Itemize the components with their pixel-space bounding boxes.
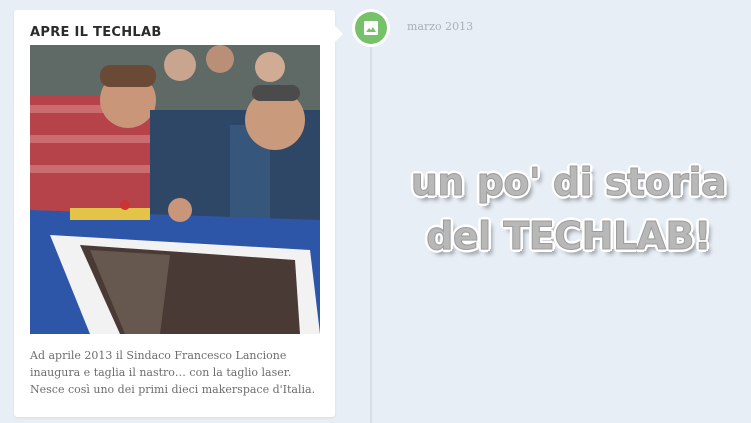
headline: un po' di storia del TECHLAB! [386,155,751,263]
timeline-date: marzo 2013 [407,20,474,33]
timeline-marker[interactable] [352,9,390,47]
headline-line-1: un po' di storia [410,160,727,205]
headline-line-2: del TECHLAB! [426,214,712,259]
timeline-line [370,40,372,423]
timeline-card: APRE IL TECHLAB Ad aprile 2013 il Sindac… [14,10,343,417]
image-icon [355,12,387,44]
photo-illustration [30,45,320,334]
event-photo[interactable] [30,45,320,334]
card-title: APRE IL TECHLAB [30,25,162,40]
card-description: Ad aprile 2013 il Sindaco Francesco Lanc… [30,349,316,396]
